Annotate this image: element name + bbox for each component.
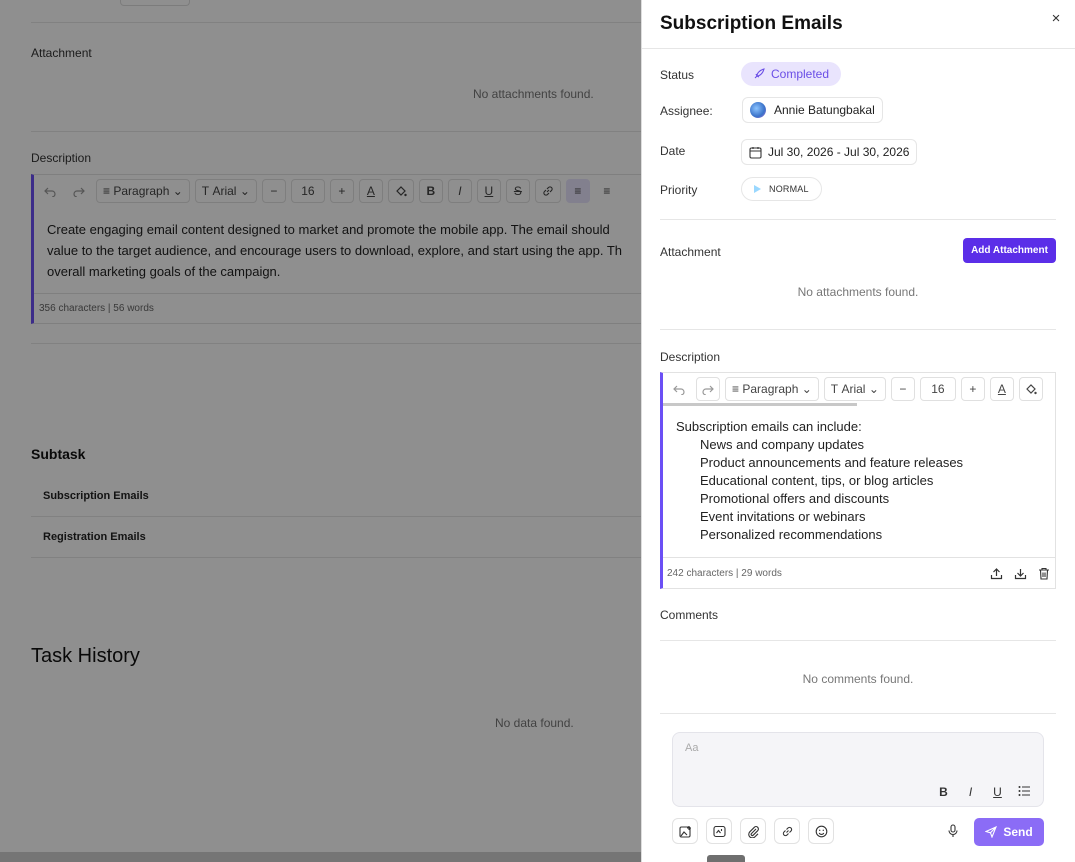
divider xyxy=(660,713,1056,714)
link-icon[interactable] xyxy=(774,818,800,844)
font-size-decrease-button[interactable]: − xyxy=(890,377,915,401)
list-item: News and company updates xyxy=(700,437,865,452)
divider xyxy=(660,329,1056,330)
status-value: Completed xyxy=(771,67,830,81)
font-select-label: Arial xyxy=(841,382,866,396)
paperclip-icon[interactable] xyxy=(740,818,766,844)
description-intro: Subscription emails can include: xyxy=(676,419,862,434)
list-item: Promotional offers and discounts xyxy=(700,491,890,506)
editor-toolbar: ≡ Paragraph ⌄ T Arial ⌄ − 16 + A xyxy=(667,377,1043,401)
date-chip[interactable]: Jul 30, 2026 - Jul 30, 2026 xyxy=(741,139,918,165)
font-icon: T xyxy=(830,382,842,396)
scroll-handle[interactable] xyxy=(707,855,745,862)
add-image-icon[interactable] xyxy=(672,818,698,844)
gif-icon[interactable] xyxy=(706,818,732,844)
date-value: Jul 30, 2026 - Jul 30, 2026 xyxy=(768,145,910,159)
avatar xyxy=(750,102,766,118)
chevron-down-icon: ⌄ xyxy=(801,382,812,396)
divider xyxy=(642,48,1075,49)
microphone-icon[interactable] xyxy=(945,823,961,839)
font-size-input[interactable]: 16 xyxy=(919,377,956,401)
undo-icon[interactable] xyxy=(667,377,691,401)
bold-icon[interactable]: B xyxy=(937,785,950,799)
status-badge[interactable]: Completed xyxy=(741,62,842,86)
emoji-icon[interactable] xyxy=(808,818,834,844)
send-icon xyxy=(985,826,998,838)
calendar-icon xyxy=(749,146,762,159)
comments-empty: No comments found. xyxy=(802,672,914,686)
description-actions xyxy=(989,565,1051,581)
add-attachment-button[interactable]: Add Attachment xyxy=(963,238,1056,263)
attachment-label: Attachment xyxy=(660,245,721,259)
status-label: Status xyxy=(660,68,695,82)
italic-icon[interactable]: I xyxy=(964,785,977,799)
description-editor[interactable]: ≡ Paragraph ⌄ T Arial ⌄ − 16 + A Subscri… xyxy=(660,372,1056,589)
flag-icon xyxy=(754,185,761,193)
list-item: Product announcements and feature releas… xyxy=(700,455,964,470)
description-text[interactable]: Subscription emails can include: News an… xyxy=(676,418,963,544)
paragraph-select[interactable]: ≡ Paragraph ⌄ xyxy=(725,377,819,401)
text-color-icon[interactable]: A xyxy=(989,377,1014,401)
send-button[interactable]: Send xyxy=(974,818,1044,846)
assignee-name: Annie Batungbakal xyxy=(774,103,875,117)
divider xyxy=(660,219,1056,220)
priority-value: NORMAL xyxy=(769,184,809,194)
panel-title: Subscription Emails xyxy=(660,13,843,34)
comments-label: Comments xyxy=(660,608,719,622)
attachment-empty: No attachments found. xyxy=(797,285,919,299)
priority-badge[interactable]: NORMAL xyxy=(741,177,822,201)
close-icon[interactable]: × xyxy=(1047,10,1065,28)
highlight-icon[interactable] xyxy=(1018,377,1043,401)
font-select[interactable]: T Arial ⌄ xyxy=(823,377,886,401)
send-label: Send xyxy=(1003,825,1033,839)
comment-tools xyxy=(672,818,834,844)
divider xyxy=(660,640,1056,641)
chevron-down-icon: ⌄ xyxy=(868,382,879,396)
list-item: Educational content, tips, or blog artic… xyxy=(700,473,934,488)
priority-label: Priority xyxy=(660,183,698,197)
list-item: Event invitations or webinars xyxy=(700,509,866,524)
download-icon[interactable] xyxy=(1013,565,1027,581)
task-detail-panel: Subscription Emails × Status Completed A… xyxy=(641,0,1075,862)
date-label: Date xyxy=(660,144,686,158)
assignee-chip[interactable]: Annie Batungbakal xyxy=(742,97,883,123)
paragraph-select-label: Paragraph xyxy=(742,382,799,396)
upload-icon[interactable] xyxy=(989,565,1003,581)
trash-icon[interactable] xyxy=(1037,565,1051,581)
toolbar-scrollbar[interactable] xyxy=(663,403,857,406)
list-item: Personalized recommendations xyxy=(700,527,883,542)
description-footer: 242 characters | 29 words xyxy=(663,557,1055,588)
font-size-increase-button[interactable]: + xyxy=(960,377,985,401)
comment-composer: B I U xyxy=(672,732,1044,807)
comment-input[interactable] xyxy=(685,742,1025,754)
paragraph-icon: ≡ xyxy=(732,382,743,396)
rocket-icon xyxy=(753,68,765,80)
comment-format-toolbar: B I U xyxy=(937,785,1031,799)
description-label: Description xyxy=(660,350,721,364)
bullet-list-icon[interactable] xyxy=(1018,785,1031,799)
redo-icon[interactable] xyxy=(696,377,720,401)
underline-icon[interactable]: U xyxy=(991,785,1004,799)
assignee-label: Assignee: xyxy=(660,104,713,118)
description-stats: 242 characters | 29 words xyxy=(667,568,782,579)
